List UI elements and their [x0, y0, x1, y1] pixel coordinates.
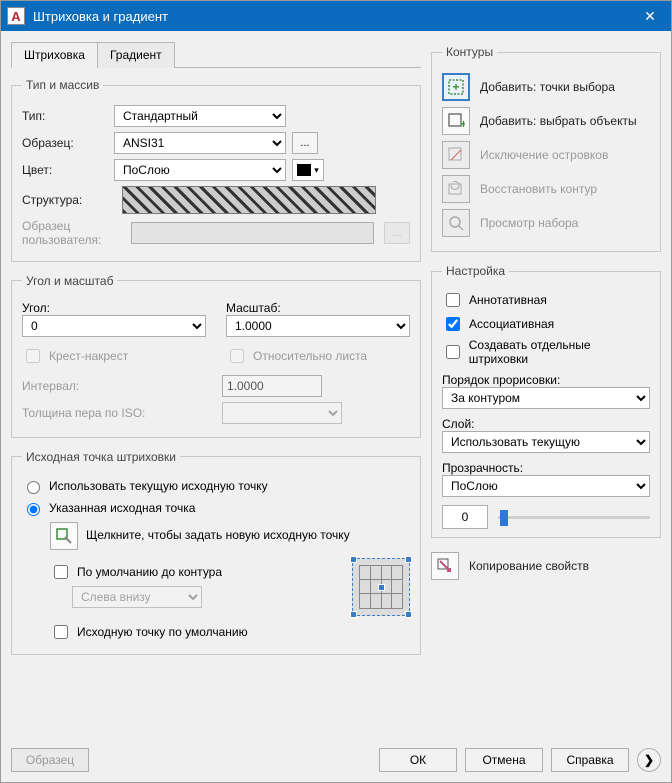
- tab-bar: Штриховка Градиент: [11, 41, 421, 68]
- select-draw-order[interactable]: За контуром: [442, 387, 650, 409]
- svg-text:+: +: [460, 117, 465, 130]
- check-separate[interactable]: [446, 345, 460, 359]
- label-scale: Масштаб:: [226, 301, 410, 315]
- button-ok[interactable]: ОК: [379, 748, 457, 772]
- check-default-bound[interactable]: [54, 565, 68, 579]
- label-pick-hint: Щелкните, чтобы задать новую исходную то…: [86, 528, 350, 543]
- label-layer: Слой:: [442, 417, 650, 431]
- legend-options: Настройка: [442, 264, 509, 278]
- slider-transparency[interactable]: [498, 505, 650, 529]
- label-relative: Относительно листа: [253, 349, 367, 363]
- app-icon: A: [7, 7, 25, 25]
- label-add-pick: Добавить: точки выбора: [480, 80, 650, 94]
- tab-hatch[interactable]: Штриховка: [11, 42, 98, 68]
- select-origin-pos: Слева внизу: [72, 586, 202, 608]
- origin-diagram: [352, 558, 410, 616]
- label-type: Тип:: [22, 109, 108, 123]
- select-type[interactable]: Стандартный: [114, 105, 286, 127]
- tab-gradient[interactable]: Градиент: [97, 42, 175, 68]
- button-add-select[interactable]: +: [442, 107, 470, 135]
- radio-use-current[interactable]: [27, 481, 40, 494]
- select-pattern[interactable]: ANSI31: [114, 132, 286, 154]
- label-custom-pattern: Образец пользователя:: [22, 219, 117, 248]
- button-bgcolor[interactable]: ▾: [292, 159, 324, 181]
- close-button[interactable]: ✕: [629, 1, 671, 31]
- swatch-preview[interactable]: [122, 186, 376, 214]
- label-store-default: Исходную точку по умолчанию: [77, 625, 248, 639]
- label-specified: Указанная исходная точка: [49, 501, 195, 515]
- button-cancel[interactable]: Отмена: [465, 748, 543, 772]
- button-custom-browse: ...: [384, 222, 410, 244]
- label-use-current: Использовать текущую исходную точку: [49, 479, 268, 493]
- button-recreate: [442, 175, 470, 203]
- legend-origin: Исходная точка штриховки: [22, 450, 180, 464]
- label-associative: Ассоциативная: [469, 317, 554, 331]
- label-draw-order: Порядок прорисовки:: [442, 373, 650, 387]
- input-spacing: [222, 375, 322, 397]
- button-preview: Образец: [11, 748, 89, 772]
- group-type-array: Тип и массив Тип: Стандартный Образец: A…: [11, 78, 421, 262]
- button-help[interactable]: Справка: [551, 748, 629, 772]
- label-iso-pen: Толщина пера по ISO:: [22, 406, 216, 420]
- label-recreate: Восстановить контур: [480, 182, 650, 196]
- check-double: [26, 349, 40, 363]
- button-pick-origin[interactable]: [50, 522, 78, 550]
- label-annotative: Аннотативная: [469, 293, 547, 307]
- button-inherit[interactable]: [431, 552, 459, 580]
- label-swatch: Структура:: [22, 193, 108, 207]
- check-store-default[interactable]: [54, 625, 68, 639]
- label-transparency: Прозрачность:: [442, 461, 650, 475]
- button-expand[interactable]: ❯: [637, 748, 661, 772]
- select-transparency-mode[interactable]: ПоСлою: [442, 475, 650, 497]
- label-inherit: Копирование свойств: [469, 559, 661, 573]
- label-add-select: Добавить: выбрать объекты: [480, 114, 650, 128]
- group-boundaries: Контуры + Добавить: точки выбора + Добав…: [431, 45, 661, 252]
- label-view-sel: Просмотр набора: [480, 216, 650, 230]
- input-transparency[interactable]: 0: [442, 505, 488, 529]
- group-origin: Исходная точка штриховки Использовать те…: [11, 450, 421, 655]
- label-default-bound: По умолчанию до контура: [77, 565, 222, 579]
- label-spacing: Интервал:: [22, 379, 216, 393]
- radio-specified[interactable]: [27, 503, 40, 516]
- button-add-pick[interactable]: +: [442, 73, 470, 101]
- check-annotative[interactable]: [446, 293, 460, 307]
- select-angle[interactable]: 0: [22, 315, 206, 337]
- select-iso-pen: [222, 402, 342, 424]
- button-remove-islands: [442, 141, 470, 169]
- group-angle-scale: Угол и масштаб Угол: 0 Масштаб: 1.0000 К…: [11, 274, 421, 438]
- select-custom-pattern: [131, 222, 374, 244]
- legend-type-array: Тип и массив: [22, 78, 103, 92]
- titlebar: A Штриховка и градиент ✕: [1, 1, 671, 31]
- select-scale[interactable]: 1.0000: [226, 315, 410, 337]
- svg-text:+: +: [452, 80, 459, 94]
- select-layer[interactable]: Использовать текущую: [442, 431, 650, 453]
- select-color[interactable]: ПоСлою: [114, 159, 286, 181]
- label-double: Крест-накрест: [49, 349, 128, 363]
- check-associative[interactable]: [446, 317, 460, 331]
- label-separate: Создавать отдельные штриховки: [469, 338, 650, 367]
- button-pattern-browse[interactable]: ...: [292, 132, 318, 154]
- label-angle: Угол:: [22, 301, 206, 315]
- label-color: Цвет:: [22, 163, 108, 177]
- legend-angle-scale: Угол и масштаб: [22, 274, 117, 288]
- label-remove-islands: Исключение островков: [480, 148, 650, 162]
- check-relative: [230, 349, 244, 363]
- window-title: Штриховка и градиент: [33, 9, 629, 24]
- label-pattern: Образец:: [22, 136, 108, 150]
- legend-boundaries: Контуры: [442, 45, 497, 59]
- group-options: Настройка Аннотативная Ассоциативная Соз…: [431, 264, 661, 538]
- button-view-sel: [442, 209, 470, 237]
